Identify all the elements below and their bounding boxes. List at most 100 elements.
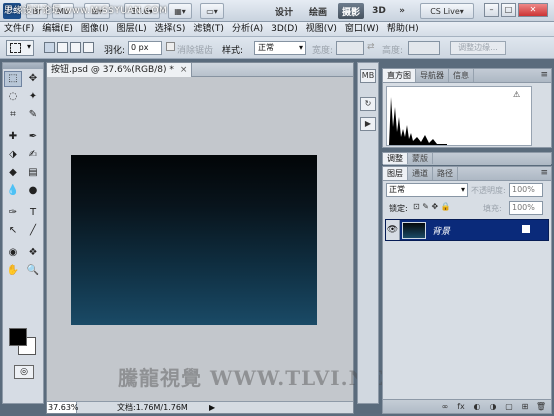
layer-style-icon[interactable]: fx [455,401,467,412]
tab-histogram[interactable]: 直方图 [383,69,416,82]
tab-info[interactable]: 信息 [449,69,474,82]
zoom-tool-icon[interactable]: 🔍 [24,263,42,279]
menu-file[interactable]: 文件(F) [0,22,38,37]
document-tab-title: 按钮.psd @ 37.6%(RGB/8) * [51,65,174,75]
marquee-tool-icon[interactable]: ⬚ [4,71,22,87]
3d-camera-tool-icon[interactable]: ❖ [24,245,42,261]
3d-rotate-tool-icon[interactable]: ◉ [4,245,22,261]
workspace-design[interactable]: 设计 [270,3,298,19]
tools-panel-grip[interactable] [3,63,43,69]
blur-tool-icon[interactable]: 💧 [4,183,22,199]
arrange-documents-button[interactable]: ▦▾ [168,3,192,19]
minimize-button[interactable]: – [484,3,499,17]
workspace-painting[interactable]: 绘画 [304,3,332,19]
tool-row: ◌ ✦ [3,89,43,105]
menu-image[interactable]: 图像(I) [77,22,113,37]
new-selection-icon[interactable] [44,42,55,53]
mini-bridge-icon[interactable]: MB [360,69,376,83]
cs-live-button[interactable]: CS Live ▾ [420,3,474,19]
layer-thumbnail [402,222,426,239]
tab-masks[interactable]: 蒙版 [408,153,433,164]
quick-mask-button[interactable]: ◎ [14,365,34,379]
zoom-field[interactable]: 37.63% [47,402,79,413]
warning-icon[interactable]: ⚠ [513,90,520,99]
tab-adjustments[interactable]: 调整 [383,153,408,164]
gradient-tool-icon[interactable]: ▤ [24,165,42,181]
width-input[interactable] [336,41,364,55]
antialias-checkbox[interactable] [166,42,175,51]
layer-row-background[interactable]: 👁 背景 [385,219,549,241]
menu-3d[interactable]: 3D(D) [267,22,302,37]
add-mask-icon[interactable]: ◐ [471,401,483,412]
panel-menu-icon[interactable]: ≡ [540,167,551,180]
menu-layer[interactable]: 图层(L) [113,22,151,37]
new-layer-icon[interactable]: ⊞ [519,401,531,412]
move-tool-icon[interactable]: ✥ [24,71,42,87]
history-icon[interactable]: ↻ [360,97,376,111]
tool-row: ◉ ❖ [3,245,43,261]
link-layers-icon[interactable]: ∞ [439,401,451,412]
hand-tool-icon[interactable]: ✋ [4,263,22,279]
style-select[interactable]: 正常 ▾ [254,41,306,55]
menu-filter[interactable]: 滤镜(T) [189,22,228,37]
menu-edit[interactable]: 编辑(E) [38,22,77,37]
workspace-photography[interactable]: 摄影 [338,3,364,19]
pen-tool-icon[interactable]: ✑ [4,205,22,221]
opacity-input[interactable]: 100% [509,183,543,197]
eraser-tool-icon[interactable]: ◆ [4,165,22,181]
feather-input[interactable]: 0 px [128,41,162,55]
adjustment-layer-icon[interactable]: ◑ [487,401,499,412]
add-selection-icon[interactable] [57,42,68,53]
menu-select[interactable]: 选择(S) [151,22,190,37]
path-select-tool-icon[interactable]: ↖ [4,223,22,239]
layers-footer: ∞ fx ◐ ◑ ▢ ⊞ 🗑 [383,399,551,413]
document-info: 文档:1.76M/1.76M [117,403,188,412]
tab-paths[interactable]: 路径 [433,167,458,180]
menu-view[interactable]: 视图(V) [302,22,341,37]
close-icon[interactable]: × [180,65,188,75]
fill-input[interactable]: 100% [509,201,543,215]
height-input[interactable] [408,41,440,55]
lasso-tool-icon[interactable]: ◌ [4,89,22,105]
histogram-graph: ⚠ [386,86,532,146]
tab-channels[interactable]: 通道 [408,167,433,180]
workspace-more-button[interactable]: » [394,3,410,19]
document-tab-bar: 按钮.psd @ 37.6%(RGB/8) * × [47,63,353,77]
stamp-tool-icon[interactable]: ⬗ [4,147,22,163]
actions-icon[interactable]: ▶ [360,117,376,131]
type-tool-icon[interactable]: T [24,205,42,221]
menu-help[interactable]: 帮助(H) [383,22,423,37]
new-group-icon[interactable]: ▢ [503,401,515,412]
intersect-selection-icon[interactable] [83,42,94,53]
menu-analysis[interactable]: 分析(A) [228,22,267,37]
line-tool-icon[interactable]: ╱ [24,223,42,239]
healing-tool-icon[interactable]: ✚ [4,129,22,145]
tab-navigator[interactable]: 导航器 [416,69,449,82]
document-canvas[interactable] [71,155,317,325]
histogram-svg [389,97,447,145]
visibility-eye-icon[interactable]: 👁 [386,220,400,240]
layer-name[interactable]: 背景 [432,224,450,237]
history-brush-tool-icon[interactable]: ✍ [24,147,42,163]
eyedropper-tool-icon[interactable]: ✎ [24,107,42,123]
refine-edge-button[interactable]: 调整边缘... [450,41,506,55]
menu-window[interactable]: 窗口(W) [341,22,383,37]
delete-layer-icon[interactable]: 🗑 [535,401,547,412]
document-tab[interactable]: 按钮.psd @ 37.6%(RGB/8) * × [47,63,193,77]
workspace-3d[interactable]: 3D [368,3,390,19]
tab-layers[interactable]: 图层 [383,167,408,180]
brush-tool-icon[interactable]: ✒ [24,129,42,145]
screen-mode-button[interactable]: ▭▾ [200,3,224,19]
restore-button[interactable]: □ [501,3,516,17]
quick-select-tool-icon[interactable]: ✦ [24,89,42,105]
crop-tool-icon[interactable]: ⌗ [4,107,22,123]
dodge-tool-icon[interactable]: ● [24,183,42,199]
tool-preset-picker[interactable]: ▾ [6,40,34,56]
close-button[interactable]: ✕ [518,3,548,17]
panel-menu-icon[interactable]: ≡ [540,69,551,82]
blend-mode-select[interactable]: 正常 ▾ [386,183,468,197]
swap-icon[interactable]: ⇄ [367,42,375,52]
status-menu-arrow-icon[interactable]: ▶ [209,402,215,413]
lock-icons[interactable]: ⊡ ✎ ✥ 🔒 [413,202,451,211]
subtract-selection-icon[interactable] [70,42,81,53]
